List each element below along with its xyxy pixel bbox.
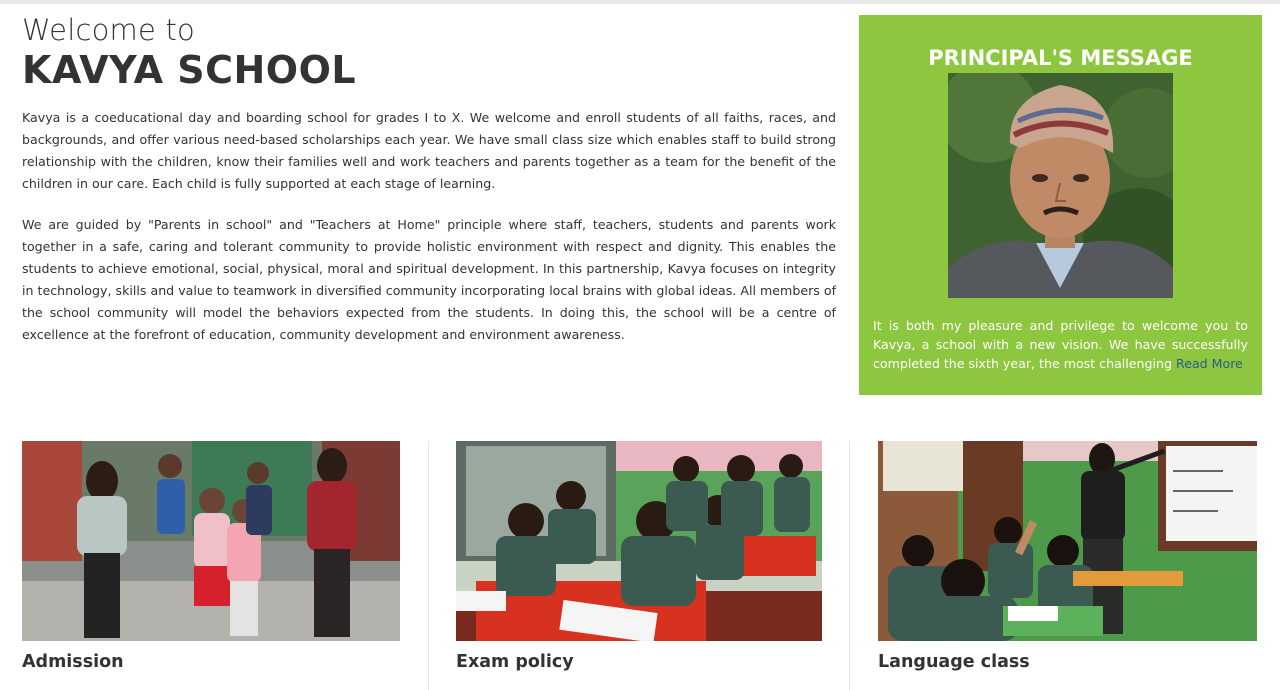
top-border: [0, 0, 1280, 4]
exam-policy-title[interactable]: Exam policy: [456, 652, 574, 672]
language-class-photo: [878, 441, 1257, 641]
read-more-link[interactable]: Read More: [1176, 356, 1243, 371]
admission-title[interactable]: Admission: [22, 652, 124, 672]
principal-message-box: PRINCIPAL'S MESSAGE It is both my pleasu…: [859, 15, 1262, 395]
welcome-heading: Welcome to: [22, 13, 195, 47]
principal-message-text: It is both my pleasure and privilege to …: [873, 316, 1248, 373]
intro-paragraph-1: Kavya is a coeducational day and boardin…: [22, 110, 836, 191]
principal-photo: [948, 73, 1173, 298]
students-exam-photo: [456, 441, 822, 641]
intro-paragraph-2: We are guided by "Parents in school" and…: [22, 217, 836, 342]
principal-message-title: PRINCIPAL'S MESSAGE: [928, 46, 1193, 70]
card-divider: [428, 441, 429, 690]
language-class-title[interactable]: Language class: [878, 652, 1030, 672]
students-walking-photo: [22, 441, 400, 641]
card-divider: [849, 441, 850, 690]
school-name-heading: KAVYA SCHOOL: [22, 48, 357, 92]
